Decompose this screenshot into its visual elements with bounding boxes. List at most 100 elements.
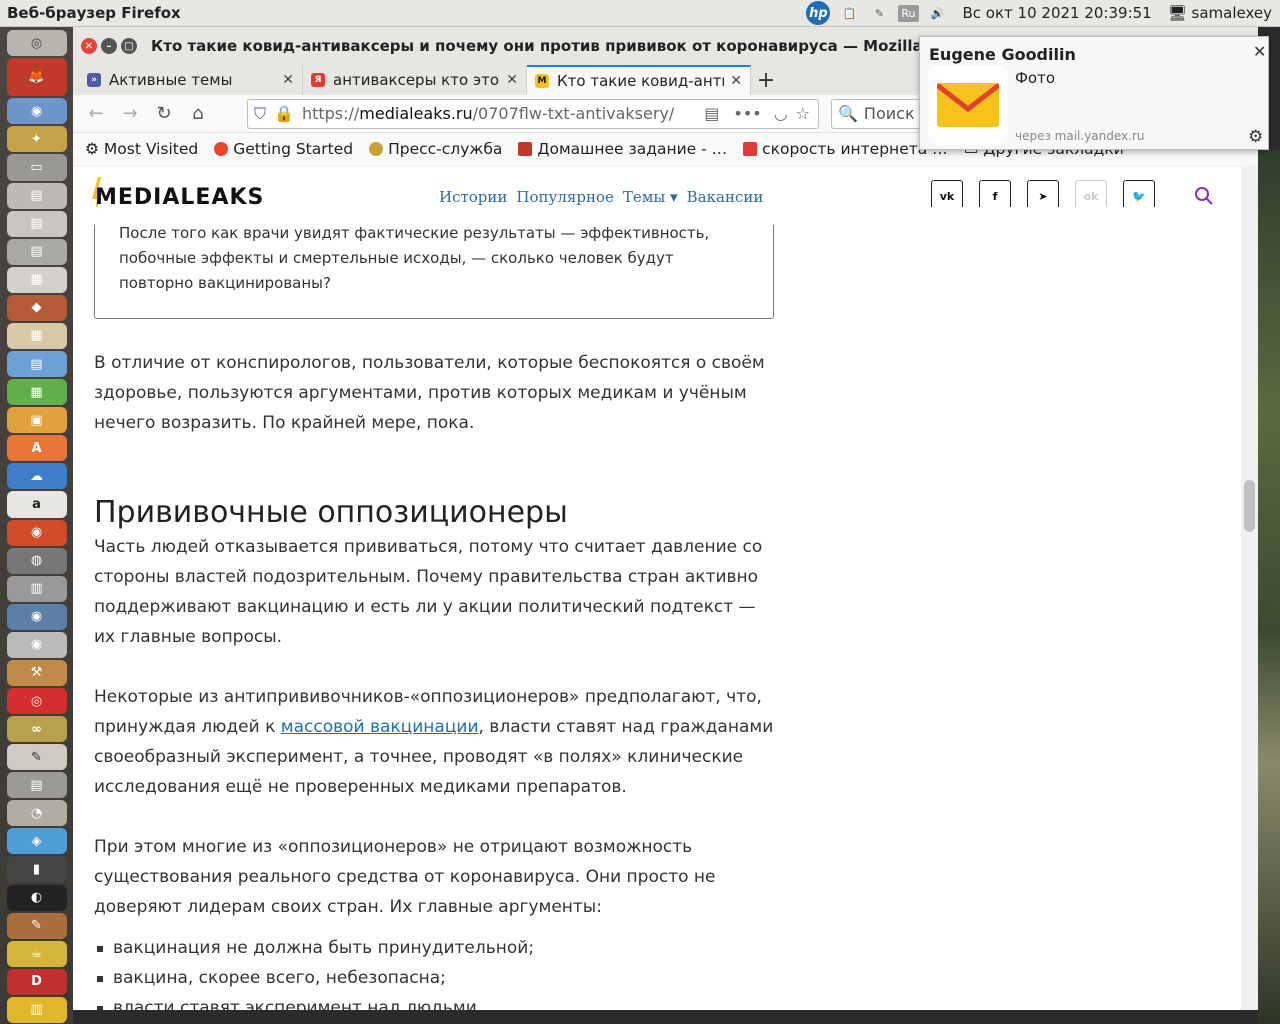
bookmark-homework[interactable]: Домашнее задание - …	[518, 140, 727, 158]
drive-icon[interactable]: ▤	[6, 210, 67, 237]
bookmark-press[interactable]: Пресс-служба	[369, 140, 502, 158]
medialeaks-icon: M	[535, 74, 549, 88]
camera-icon[interactable]: ◍	[6, 547, 67, 574]
url-bar[interactable]: ⛉ 🔒 https://medialeaks.ru/0707flw-txt-an…	[247, 98, 819, 129]
notification-popup[interactable]: Eugene Goodilin ✕ Фото через mail.yandex…	[919, 36, 1269, 150]
chromium-icon[interactable]: ◉	[6, 98, 67, 125]
paragraph: В отличие от конспирологов, пользователи…	[94, 353, 765, 433]
list-item: вакцина, скорее всего, небезопасна;	[94, 963, 774, 993]
menu-topics[interactable]: Темы ▾	[623, 188, 678, 206]
tab[interactable]: » Активные темы ✕	[79, 65, 303, 95]
emblem-icon	[369, 142, 384, 156]
mass-vaccination-link[interactable]: массовой вакцинации	[281, 717, 479, 737]
paint-icon[interactable]: ✎	[6, 912, 67, 939]
notes-icon[interactable]: ▤	[6, 772, 67, 799]
new-tab-button[interactable]: +	[751, 65, 781, 95]
impress-icon[interactable]: ▣	[6, 407, 67, 434]
school-icon	[518, 142, 533, 156]
close-notification-icon[interactable]: ✕	[1253, 42, 1266, 61]
ardour-icon[interactable]: ◎	[6, 687, 67, 715]
tab-active[interactable]: M Кто такие ковид-антиваксеры ✕	[527, 65, 751, 95]
firefox-small-icon	[214, 142, 229, 156]
forum-icon: »	[87, 73, 101, 87]
arguments-list: вакцинация не должна быть принудительной…	[94, 933, 774, 1010]
bookmark-most-visited[interactable]: ⚙ Most Visited	[85, 140, 198, 158]
close-tab-icon[interactable]: ✕	[282, 72, 294, 88]
dash-icon[interactable]: ◎	[6, 30, 67, 57]
menu-stories[interactable]: Истории	[439, 188, 507, 206]
menu-popular[interactable]: Популярное	[516, 188, 613, 206]
media-icon[interactable]: ◉	[6, 519, 67, 546]
top-panel: Веб-браузер Firefox hp 📋 ✎ Ru 🔊 Вс окт 1…	[0, 0, 1280, 27]
document-icon[interactable]: ▦	[6, 322, 67, 350]
url-domain: medialeaks.ru	[359, 104, 473, 123]
page-actions-icon[interactable]: •••	[733, 104, 761, 123]
drive-icon[interactable]: ▤	[6, 238, 67, 265]
notification-body: Фото	[1015, 69, 1056, 87]
software-center-icon[interactable]: A	[6, 435, 67, 462]
glasses-icon[interactable]: ∞	[6, 716, 67, 743]
bookmark-star-icon[interactable]: ☆	[796, 104, 810, 123]
network-icon[interactable]: ◈	[6, 828, 67, 855]
amazon-icon[interactable]: a	[6, 491, 67, 518]
firefox-icon[interactable]: 🦊	[6, 58, 67, 97]
scanner-icon[interactable]: ✎	[868, 3, 890, 23]
monitor-icon[interactable]: ◔	[6, 800, 67, 827]
forward-icon[interactable]: →	[115, 99, 145, 129]
close-window-icon[interactable]: ✕	[81, 38, 97, 54]
clock[interactable]: Вс окт 10 2021 20:39:51	[963, 4, 1152, 22]
game-icon[interactable]: ◐	[6, 884, 67, 911]
d-app-icon[interactable]: D	[6, 968, 67, 995]
calc-icon[interactable]: ▦	[6, 379, 67, 406]
maximize-window-icon[interactable]: □	[121, 38, 137, 54]
keyboard-layout-indicator[interactable]: Ru	[898, 4, 919, 22]
mixer-icon[interactable]: ▥	[6, 575, 67, 602]
menu-jobs[interactable]: Вакансии	[687, 188, 764, 206]
tools-icon[interactable]: ⚒	[6, 659, 67, 686]
files-icon[interactable]: ▭	[6, 154, 67, 181]
site-menu: Истории Популярное Темы ▾ Вакансии	[439, 188, 763, 206]
minimize-window-icon[interactable]: –	[101, 38, 117, 54]
tab-label: Кто такие ковид-антиваксеры	[557, 72, 724, 90]
reader-view-icon[interactable]: ▤	[704, 104, 719, 123]
volume-icon[interactable]: 🔊	[927, 3, 949, 23]
crayons-icon[interactable]: ▥	[6, 996, 67, 1023]
app-icon[interactable]: ✦	[6, 126, 67, 153]
recorder-icon[interactable]: ◉	[6, 631, 67, 658]
draw-icon[interactable]: ✎	[6, 744, 67, 771]
clipboard-icon[interactable]: 📋	[838, 3, 860, 23]
user-menu[interactable]: 🖥 samalexey	[1168, 4, 1272, 22]
disk-icon[interactable]: ▤	[6, 182, 67, 209]
hp-icon[interactable]: hp	[806, 1, 831, 25]
notification-source: через mail.yandex.ru	[1015, 129, 1145, 143]
yandex-icon	[743, 142, 758, 156]
bookmark-getting-started[interactable]: Getting Started	[214, 140, 353, 158]
pocket-icon[interactable]: ◡	[774, 104, 788, 123]
close-tab-icon[interactable]: ✕	[506, 72, 518, 88]
tab[interactable]: Я антиваксеры кто это ✕	[303, 65, 527, 95]
home-icon[interactable]: ⌂	[183, 99, 213, 129]
scrollbar-thumb[interactable]	[1244, 480, 1255, 532]
webcam-icon[interactable]: ◉	[6, 603, 67, 630]
firefox-window: ✕ – □ Кто такие ковид-антиваксеры и поче…	[73, 27, 1258, 1010]
paragraph: При этом многие из «оппозиционеров» не о…	[94, 837, 716, 917]
terminal-icon[interactable]: ▮	[6, 856, 67, 883]
cloud-icon[interactable]: ☁	[6, 463, 67, 490]
lock-icon[interactable]: 🔒	[274, 104, 294, 123]
tea-icon[interactable]: ☕	[6, 940, 67, 967]
printer-icon[interactable]: ▦	[6, 266, 67, 293]
site-search-icon[interactable]	[1194, 186, 1214, 206]
close-tab-icon[interactable]: ✕	[730, 73, 742, 89]
writer-icon[interactable]: ▤	[6, 351, 67, 378]
url-text[interactable]: https://medialeaks.ru/0707flw-txt-antiva…	[302, 104, 696, 123]
bookmark-speed[interactable]: скорость интернета …	[743, 140, 948, 158]
tab-label: Активные темы	[109, 71, 233, 89]
yandex-icon: Я	[311, 73, 325, 87]
page-scrollbar[interactable]	[1241, 167, 1258, 1010]
web-page: MEDIALEAKS Истории Популярное Темы ▾ Вак…	[73, 167, 1241, 1010]
archive-icon[interactable]: ◆	[6, 294, 67, 321]
reload-icon[interactable]: ↻	[149, 99, 179, 129]
back-icon[interactable]: ←	[81, 99, 111, 129]
notification-settings-icon[interactable]: ⚙	[1248, 127, 1263, 147]
tracking-shield-icon[interactable]: ⛉	[254, 104, 266, 124]
